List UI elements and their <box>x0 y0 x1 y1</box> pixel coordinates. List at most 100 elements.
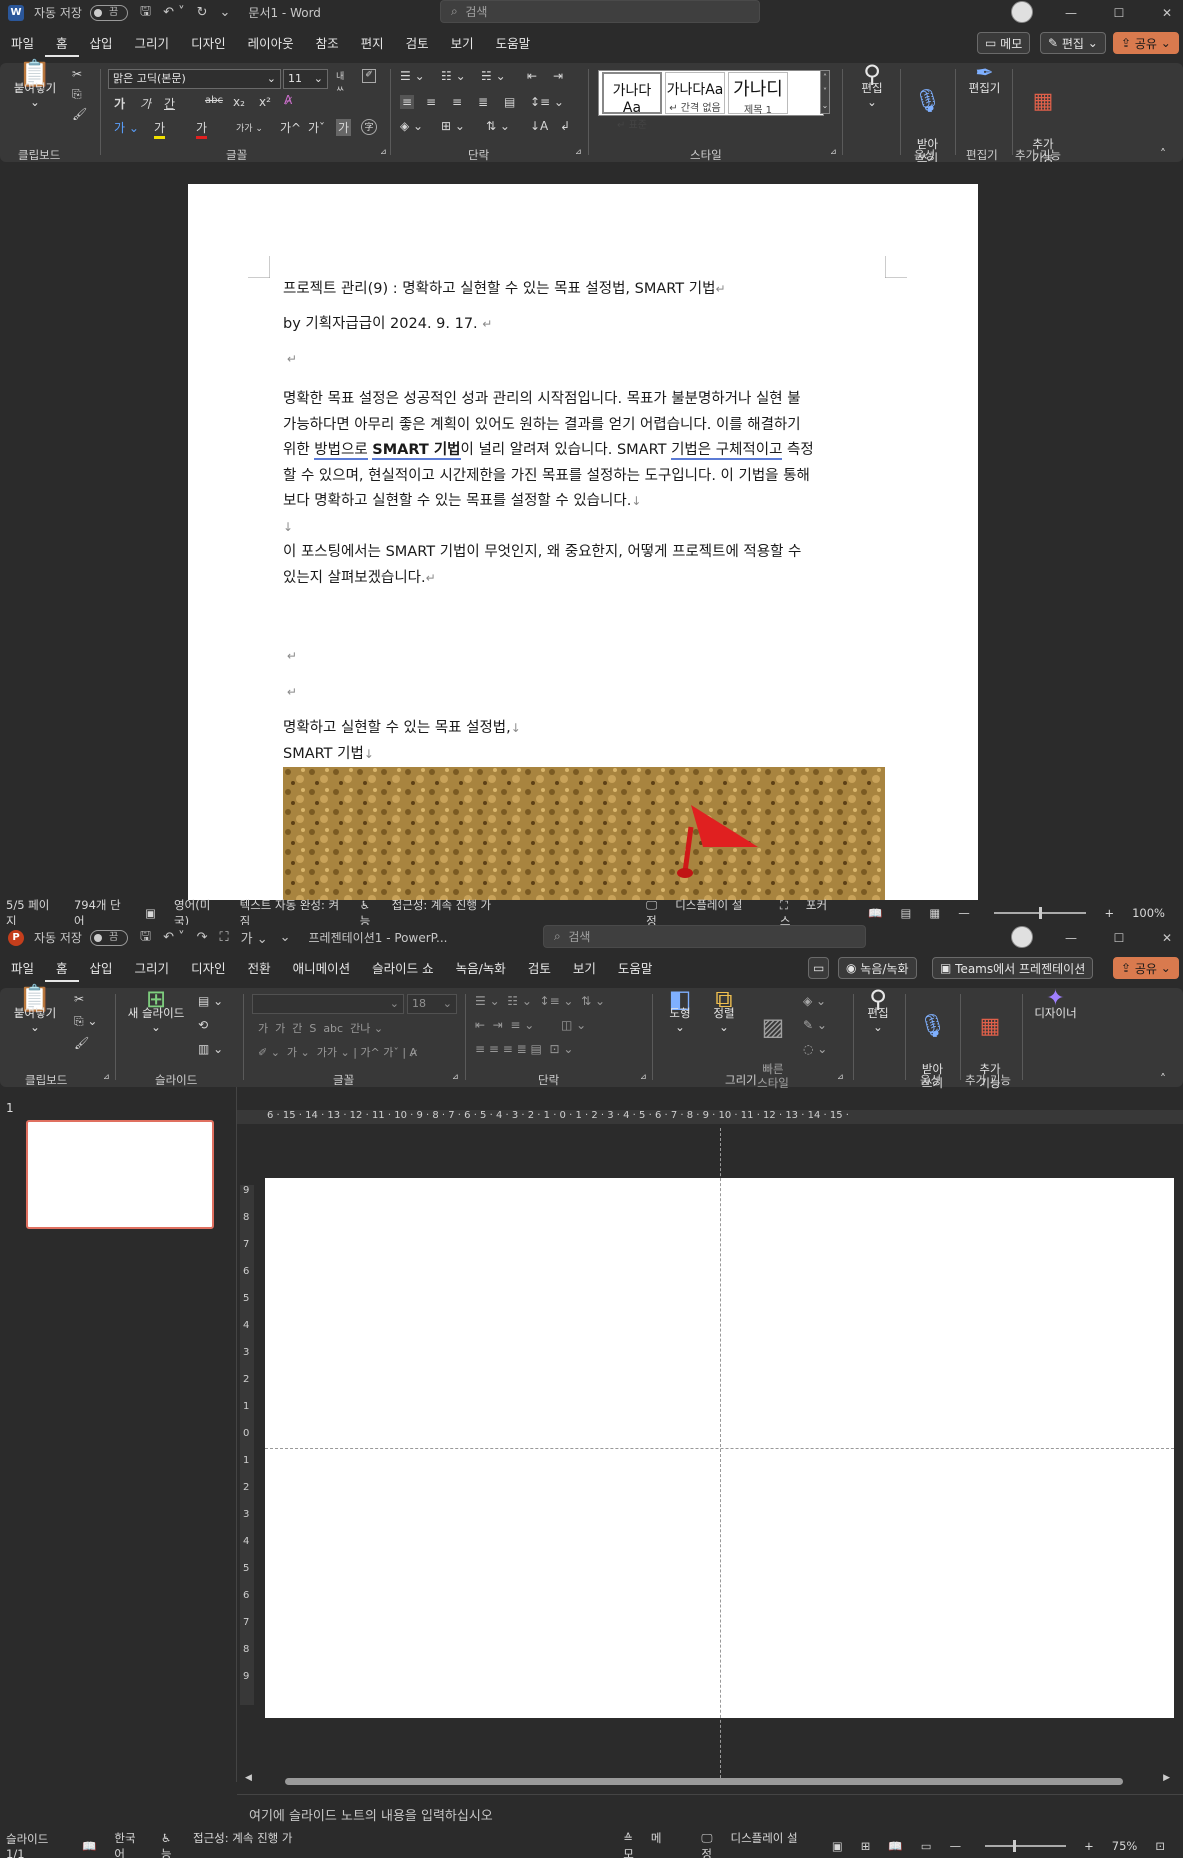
maximize-icon[interactable]: ☐ <box>1095 931 1143 945</box>
scroll-thumb[interactable] <box>285 1778 1123 1785</box>
line-spacing-icon[interactable]: ↕≡ ⌄ <box>530 95 564 109</box>
redo-icon[interactable]: ↻ <box>197 5 208 20</box>
highlight-button[interactable]: 가 <box>154 119 166 139</box>
edit-button[interactable]: ⚲ 편집 ⌄ <box>858 987 898 1034</box>
zoom-out-icon[interactable]: — <box>950 1839 962 1853</box>
tab-references[interactable]: 참조 <box>305 33 350 57</box>
designer-button[interactable]: ✦ 디자이너 <box>1028 988 1083 1021</box>
share-button[interactable]: ⇪ 공유 ⌄ <box>1113 957 1179 979</box>
zoom-in-icon[interactable]: + <box>1084 1839 1094 1853</box>
font-color-button[interactable]: 가 <box>196 119 208 139</box>
focus-mode[interactable]: ⛶ 포커스 <box>780 897 850 926</box>
zoom-level[interactable]: 75% <box>1112 1839 1138 1853</box>
font-color-icons[interactable]: ✐ ⌄ 가 ⌄ 가가 ⌄ | 가^ 가ˇ | A̷ <box>258 1044 417 1060</box>
multilevel-list-icon[interactable]: ☵ ⌄ <box>481 69 506 83</box>
tab-review[interactable]: 검토 <box>395 33 440 57</box>
word-count[interactable]: 794개 단어 <box>74 897 127 926</box>
zoom-slider[interactable] <box>993 906 1087 919</box>
font-size-select[interactable]: 11 ⌄ <box>283 69 328 89</box>
align-center-icon[interactable]: ≡ <box>426 95 436 109</box>
intro-paragraph[interactable]: 명확한 목표 설정은 성공적인 성과 관리의 시작점입니다. 목표가 불분명하거… <box>283 387 888 591</box>
style-no-spacing[interactable]: 가나다Aa ↵ 간격 없음 <box>665 72 725 114</box>
tab-design[interactable]: 디자인 <box>180 33 237 57</box>
text-format-icon[interactable]: 가 ⌄ <box>241 928 268 947</box>
collapse-ribbon-icon[interactable]: ˄ <box>1160 147 1166 161</box>
font-size-select[interactable]: 18 ⌄ <box>407 994 457 1014</box>
clear-format-icon[interactable]: ✐ <box>362 69 376 83</box>
tab-home[interactable]: 홈 <box>45 958 79 982</box>
collapse-ribbon-icon[interactable]: ˄ <box>1160 1072 1166 1086</box>
tab-review[interactable]: 검토 <box>517 958 562 982</box>
format-painter-icon[interactable]: 🖌 <box>74 1036 89 1050</box>
horizontal-scrollbar[interactable]: ◀ ▶ <box>245 1773 1170 1786</box>
addins-button[interactable]: ▦ 추가 기능 <box>965 992 1015 1118</box>
show-marks-icon[interactable]: ↲ <box>560 119 570 133</box>
tab-transitions[interactable]: 전환 <box>237 958 282 982</box>
tab-home[interactable]: 홈 <box>45 33 79 57</box>
tab-draw[interactable]: 그리기 <box>124 958 181 982</box>
accessibility-status[interactable]: ♿ 접근성: 계속 진행 가능 <box>360 897 508 926</box>
avatar[interactable] <box>1011 926 1033 948</box>
minimize-icon[interactable]: — <box>1047 6 1095 20</box>
arrange-button[interactable]: ⧉ 정렬 ⌄ <box>704 987 744 1034</box>
tab-help[interactable]: 도움말 <box>607 958 664 982</box>
scroll-left-icon[interactable]: ◀ <box>245 1773 252 1783</box>
shapes-button[interactable]: ◧ 도형 ⌄ <box>660 987 700 1034</box>
zoom-out-icon[interactable]: — <box>958 906 970 920</box>
proofing-icon[interactable]: 📖 <box>82 1839 96 1853</box>
font-effects-icon[interactable]: A̷ <box>284 93 292 107</box>
avatar[interactable] <box>1011 1 1033 23</box>
fit-slide-icon[interactable]: ⊡ <box>1155 1839 1165 1853</box>
autocomplete-status[interactable]: 텍스트 자동 완성: 켜짐 <box>240 897 342 926</box>
vertical-ruler[interactable]: 9 8 7 6 5 4 3 2 1 0 1 2 3 4 5 6 7 8 9 <box>240 1185 254 1705</box>
notes-pane[interactable]: 여기에 슬라이드 노트의 내용을 입력하십시오 <box>237 1794 1183 1832</box>
autosave-toggle[interactable]: 끔 <box>89 4 128 21</box>
empty-paragraph[interactable]: ↵ <box>283 644 888 670</box>
zoom-thumb[interactable] <box>1013 1839 1017 1852</box>
char-case-icon[interactable]: 가가 ⌄ <box>236 121 263 134</box>
customize-qat-icon[interactable]: ⌄ <box>220 5 231 20</box>
tab-record[interactable]: 녹음/녹화 <box>445 958 517 982</box>
slideshow-view-icon[interactable]: ▭ <box>921 1839 932 1853</box>
close-icon[interactable]: ✕ <box>1143 931 1183 945</box>
align-right-icon[interactable]: ≡ <box>452 95 462 109</box>
doc-byline[interactable]: by 기획자급급이 2024. 9. 17. ↵ <box>283 312 888 338</box>
empty-paragraph[interactable]: ↵ <box>283 347 888 373</box>
memo-button[interactable]: ▭ 메모 <box>977 32 1031 54</box>
subscript-button[interactable]: x₂ <box>233 95 245 109</box>
scroll-right-icon[interactable]: ▶ <box>1163 1773 1170 1783</box>
shape-outline-icon[interactable]: ✎ ⌄ <box>803 1018 827 1032</box>
dictate-button[interactable]: 🎙 받아 쓰기 <box>910 992 955 1118</box>
decrease-indent-icon[interactable]: ⇤ <box>527 69 537 83</box>
text-effect-color-icon[interactable]: 가 ⌄ <box>114 119 139 136</box>
paragraph-list-icons[interactable]: ☰ ⌄ ☷ ⌄ ↕≡ ⌄ ⇅ ⌄ <box>475 994 605 1008</box>
cut-icon[interactable]: ✂ <box>74 992 84 1006</box>
horizontal-ruler[interactable]: 6 · 15 · 14 · 13 · 12 · 11 · 10 · 9 · 8 … <box>237 1110 1183 1124</box>
reading-view-icon[interactable]: 📖 <box>888 1839 902 1853</box>
slide-count[interactable]: 슬라이드 1/1 <box>6 1831 64 1858</box>
align-icons[interactable]: ≡ ≡ ≡ ≣ ▤ ⊡ ⌄ <box>475 1042 573 1056</box>
zoom-slider[interactable] <box>985 1839 1067 1852</box>
superscript-button[interactable]: x² <box>259 95 271 109</box>
tab-file[interactable]: 파일 <box>0 33 45 57</box>
search-box[interactable]: ⌕ 검색 <box>440 0 760 23</box>
paste-button[interactable]: 📋 붙여넣기 ⌄ <box>10 61 60 109</box>
customize-qat-icon[interactable]: ⌄ <box>280 930 291 945</box>
notes-toggle[interactable]: ≙ 메모 <box>623 1830 683 1858</box>
justify-icon[interactable]: ≣ <box>478 95 488 109</box>
accessibility-status[interactable]: ♿ 접근성: 계속 진행 가능 <box>161 1830 305 1858</box>
paragraph-dialog-launcher-icon[interactable]: ⊿ <box>640 1072 647 1081</box>
save-icon[interactable]: 🖫 <box>140 2 151 24</box>
styles-dialog-launcher-icon[interactable]: ⊿ <box>830 147 837 156</box>
shape-effects-icon[interactable]: ◌ ⌄ <box>803 1042 827 1056</box>
quick-styles-button[interactable]: ▨ 빠른 스타일 <box>748 992 798 1118</box>
tab-layout[interactable]: 레이아웃 <box>237 33 305 57</box>
tab-slideshow[interactable]: 슬라이드 쇼 <box>361 958 444 982</box>
tab-help[interactable]: 도움말 <box>485 33 542 57</box>
autosave-toggle[interactable]: 끔 <box>89 929 128 946</box>
zoom-in-icon[interactable]: + <box>1104 906 1114 920</box>
tab-insert[interactable]: 삽입 <box>79 33 124 57</box>
section-icon[interactable]: ▥ ⌄ <box>198 1042 223 1056</box>
cut-icon[interactable]: ✂ <box>72 67 82 81</box>
maximize-icon[interactable]: ☐ <box>1095 6 1143 20</box>
